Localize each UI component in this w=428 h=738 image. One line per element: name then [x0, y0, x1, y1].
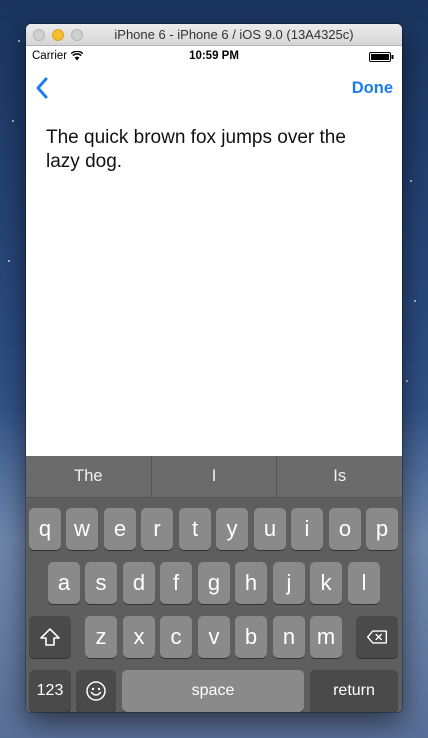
key-r[interactable]: r [141, 508, 173, 550]
chevron-left-icon[interactable] [34, 76, 50, 100]
status-time: 10:59 PM [189, 50, 239, 62]
key-q[interactable]: q [29, 508, 61, 550]
key-s[interactable]: s [85, 562, 117, 604]
key-a[interactable]: a [48, 562, 80, 604]
key-i[interactable]: i [291, 508, 323, 550]
key-g[interactable]: g [198, 562, 230, 604]
key-h[interactable]: h [235, 562, 267, 604]
suggestion-2[interactable]: I [152, 456, 278, 497]
window-titlebar[interactable]: iPhone 6 - iPhone 6 / iOS 9.0 (13A4325c) [26, 24, 402, 46]
text-view[interactable]: The quick brown fox jumps over the lazy … [26, 110, 402, 456]
shift-key[interactable] [29, 616, 71, 658]
key-c[interactable]: c [160, 616, 192, 658]
keyboard: The I Is q w e r t y u i o p a s d f g h… [26, 456, 402, 712]
key-row-2: a s d f g h j k l [26, 562, 402, 604]
key-f[interactable]: f [160, 562, 192, 604]
key-e[interactable]: e [104, 508, 136, 550]
navigation-bar: Done [26, 66, 402, 110]
key-k[interactable]: k [310, 562, 342, 604]
key-d[interactable]: d [123, 562, 155, 604]
suggestion-3[interactable]: Is [277, 456, 402, 497]
key-m[interactable]: m [310, 616, 342, 658]
simulator-window: iPhone 6 - iPhone 6 / iOS 9.0 (13A4325c)… [26, 24, 402, 712]
key-b[interactable]: b [235, 616, 267, 658]
delete-key[interactable] [356, 616, 398, 658]
status-bar: Carrier 10:59 PM [26, 46, 402, 66]
shift-icon [40, 628, 60, 646]
suggestion-1[interactable]: The [26, 456, 152, 497]
key-p[interactable]: p [366, 508, 398, 550]
emoji-key[interactable] [76, 670, 116, 712]
key-w[interactable]: w [66, 508, 98, 550]
key-o[interactable]: o [329, 508, 361, 550]
key-row-3: z x c v b n m [26, 616, 402, 658]
predictive-bar: The I Is [26, 456, 402, 498]
window-title: iPhone 6 - iPhone 6 / iOS 9.0 (13A4325c) [114, 27, 354, 42]
key-l[interactable]: l [348, 562, 380, 604]
key-j[interactable]: j [273, 562, 305, 604]
key-row-1: q w e r t y u i o p [26, 508, 402, 550]
space-key[interactable]: space [122, 670, 304, 712]
key-x[interactable]: x [123, 616, 155, 658]
key-row-4: 123 space return [26, 670, 402, 712]
battery-icon [369, 52, 394, 62]
return-key[interactable]: return [310, 670, 398, 712]
done-button[interactable]: Done [352, 79, 393, 98]
key-y[interactable]: y [216, 508, 248, 550]
key-n[interactable]: n [273, 616, 305, 658]
emoji-icon [86, 681, 106, 701]
key-v[interactable]: v [198, 616, 230, 658]
key-z[interactable]: z [85, 616, 117, 658]
key-u[interactable]: u [254, 508, 286, 550]
key-t[interactable]: t [179, 508, 211, 550]
numbers-key[interactable]: 123 [29, 670, 71, 712]
delete-icon [367, 630, 387, 644]
